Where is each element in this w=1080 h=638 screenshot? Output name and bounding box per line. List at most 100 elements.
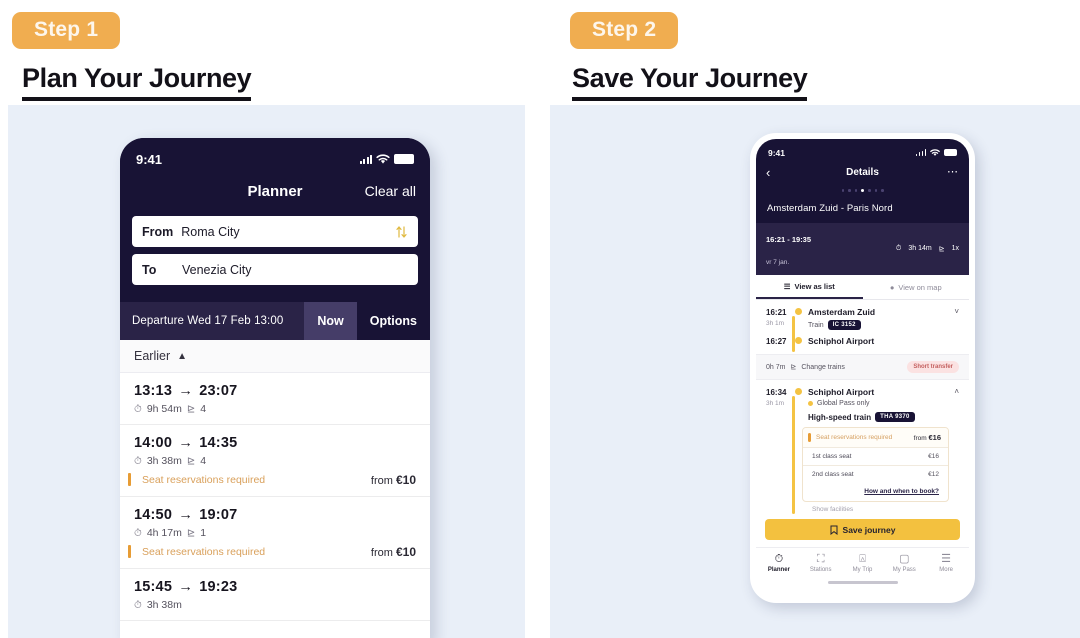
leg-row-departure[interactable]: 16:34 Schiphol Airport ˄	[766, 387, 959, 397]
seat-reservation-warning: Seat reservations required	[816, 434, 893, 442]
seat-reservation-line: Seat reservations required from €10	[127, 545, 416, 559]
tab-planner[interactable]: ⏱ Planner	[758, 553, 800, 573]
change-trains-row: 0h 7m ⊵ Change trains Short transfer	[756, 354, 969, 381]
arrow-right-icon: →	[178, 507, 194, 523]
map-pin-icon: ●	[889, 283, 895, 293]
leg-segment-2: 16:34 Schiphol Airport ˄ 3h 1m Global Pa…	[756, 380, 969, 515]
price-prefix: from	[370, 547, 396, 559]
tab-label: More	[939, 567, 953, 574]
journey-meta: ⏱ 3h 38m ⊵ 4	[134, 455, 416, 467]
pager-dot[interactable]	[868, 189, 871, 192]
station-icon: ⛶	[816, 553, 825, 566]
depart-time: 14:50	[134, 507, 173, 523]
arrive-time: 23:07	[199, 383, 238, 399]
mode-wrap: High-speed train THA 9370	[808, 412, 915, 423]
train-number-badge: IC 3152	[827, 320, 861, 331]
reservation-card: Seat reservations required from €16 1st …	[802, 427, 949, 503]
tab-view-on-map[interactable]: ● View on map	[863, 275, 970, 299]
pager-dot-active[interactable]	[861, 189, 864, 192]
departure-text[interactable]: Departure Wed 17 Feb 13:00	[132, 315, 304, 327]
leg-time: 16:34	[766, 388, 787, 398]
arrive-time: 14:35	[199, 435, 238, 451]
phone-2-status-bar: 9:41	[756, 139, 969, 161]
options-button[interactable]: Options	[356, 302, 430, 340]
earlier-toggle[interactable]: Earlier ▲	[120, 340, 430, 373]
from-value: Roma City	[181, 224, 240, 239]
price-label: from €10	[371, 545, 416, 559]
table-row[interactable]: 14:00 → 14:35 ⏱ 3h 38m ⊵ 4 Seat reservat…	[120, 425, 430, 497]
journey-meta: ⏱ 9h 54m ⊵ 4	[134, 403, 416, 415]
chevron-up-icon[interactable]: ˄	[954, 387, 959, 396]
table-row[interactable]: 14:50 → 19:07 ⏱ 4h 17m ⊵ 1 Seat reservat…	[120, 497, 430, 569]
price-prefix: from	[913, 435, 929, 443]
clock-icon: ⏱	[774, 553, 784, 566]
how-and-when-to-book-link[interactable]: How and when to book?	[803, 483, 948, 501]
show-facilities-link[interactable]: Show facilities	[766, 502, 959, 513]
summary-date: vr 7 jan.	[766, 258, 790, 266]
duration-text: 9h 54m	[146, 403, 182, 415]
earlier-label: Earlier	[134, 349, 171, 363]
leg-row-mode: 3h 1m Train IC 3152	[766, 320, 959, 331]
tab-view-as-list[interactable]: ☰ View as list	[756, 275, 863, 300]
transfer-icon: ⊵	[938, 245, 945, 253]
seat-reservation-warning: Seat reservations required	[127, 545, 265, 558]
price-label: from €10	[371, 473, 416, 487]
summary-right: ⏱ 3h 14m ⊵ 1x	[896, 245, 959, 253]
to-field[interactable]: To Venezia City	[132, 254, 418, 285]
leg-duration: 3h 1m	[766, 400, 785, 408]
table-row[interactable]: 13:13 → 23:07 ⏱ 9h 54m ⊵ 4	[120, 373, 430, 425]
status-icons	[359, 153, 414, 165]
summary-times: 16:21 - 19:35	[766, 235, 812, 244]
changes-count: 1	[200, 527, 207, 539]
leg-row-mode: High-speed train THA 9370	[766, 412, 959, 423]
journey-summary-bar: 16:21 - 19:35 vr 7 jan. ⏱ 3h 14m ⊵ 1x	[756, 223, 969, 276]
pager-dot[interactable]	[881, 189, 884, 192]
swap-vertical-icon[interactable]	[395, 225, 408, 239]
stop-dot-icon	[795, 308, 802, 316]
leg-segment-1: 16:21 Amsterdam Zuid ˅ 3h 1m Train IC 31…	[756, 300, 969, 354]
leg-station: Schiphol Airport	[808, 336, 875, 347]
transfer-icon: ⊵	[790, 364, 797, 372]
price-value: €16	[928, 433, 941, 443]
pager-dots	[756, 184, 969, 197]
step-2-column: Step 2 Save Your Journey 9:41 ‹ Details …	[550, 0, 1080, 638]
pager-dot[interactable]	[841, 189, 844, 192]
tab-my-pass[interactable]: ▢ My Pass	[883, 553, 925, 573]
screenshot-root: Step 1 Plan Your Journey 9:41 Planner Cl…	[0, 0, 1080, 638]
leg-duration: 3h 1m	[766, 320, 785, 328]
tab-more[interactable]: ☰ More	[925, 553, 967, 573]
journey-detail-body: 16:21 Amsterdam Zuid ˅ 3h 1m Train IC 31…	[756, 300, 969, 588]
save-journey-button[interactable]: Save journey	[765, 519, 960, 541]
from-field[interactable]: From Roma City	[132, 216, 418, 247]
leg-row-departure[interactable]: 16:21 Amsterdam Zuid ˅	[766, 307, 959, 317]
tab-label: Stations	[809, 567, 832, 574]
wifi-icon	[930, 148, 940, 156]
leg-row-arrival: 16:27 Schiphol Airport	[766, 336, 959, 346]
leg-mode: Train	[808, 321, 824, 329]
class-label: 2nd class seat	[812, 471, 854, 479]
arrive-time: 19:07	[199, 507, 238, 523]
chevron-up-icon: ▲	[177, 350, 188, 362]
step-1-column: Step 1 Plan Your Journey 9:41 Planner Cl…	[0, 0, 525, 638]
pager-dot[interactable]	[848, 189, 851, 192]
tab-my-trip[interactable]: ⍓ My Trip	[842, 553, 884, 573]
leg-mode: High-speed train	[808, 412, 872, 422]
seat-reservation-warning: Seat reservations required	[127, 473, 265, 486]
table-row[interactable]: 15:45 → 19:23 ⏱ 3h 38m	[120, 569, 430, 621]
reservation-header: Seat reservations required from €16	[803, 428, 948, 448]
pager-dot[interactable]	[854, 189, 857, 192]
clock-icon: ⏱	[134, 403, 142, 415]
tab-stations[interactable]: ⛶ Stations	[800, 553, 842, 573]
chevron-down-icon[interactable]: ˅	[954, 307, 959, 316]
duration-text: 3h 38m	[146, 599, 182, 611]
leg-time: 16:21	[766, 308, 787, 318]
now-button[interactable]: Now	[304, 302, 357, 340]
clear-all-button[interactable]: Clear all	[365, 183, 416, 199]
more-horizontal-icon[interactable]: ⋯	[947, 167, 959, 178]
duration-text: 3h 38m	[146, 455, 182, 467]
pager-dot[interactable]	[874, 189, 877, 192]
tab-label: My Trip	[852, 567, 873, 574]
leg-connector-line	[792, 316, 795, 353]
transfer-icon: ⊵	[186, 527, 196, 539]
to-value: Venezia City	[182, 262, 252, 277]
